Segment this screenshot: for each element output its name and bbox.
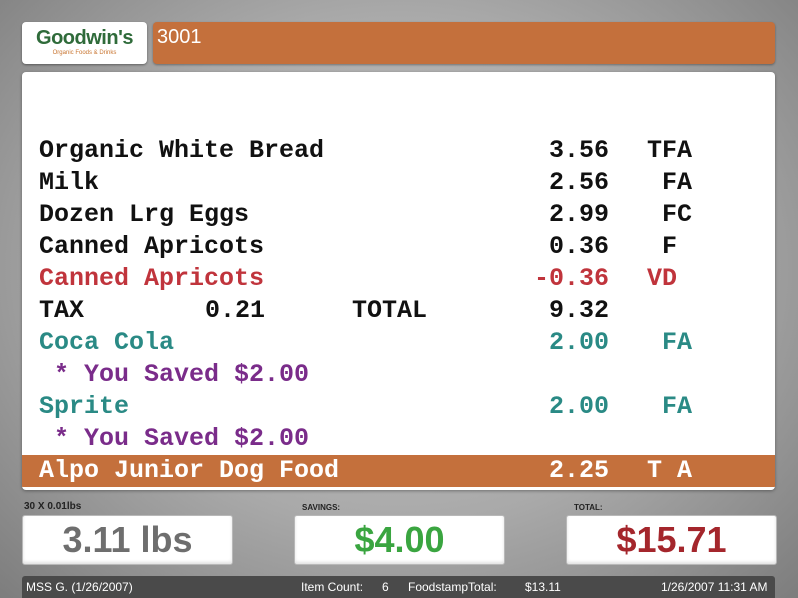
item-description: Milk <box>39 168 100 197</box>
item-description: Dozen Lrg Eggs <box>39 200 250 229</box>
savings-text: * You Saved $2.00 <box>39 360 310 389</box>
subtotal-label: TOTAL <box>352 296 428 325</box>
lane-number: 3001 <box>157 26 202 48</box>
total-display: $15.71 <box>566 515 777 565</box>
item-count-value: 6 <box>382 580 389 594</box>
savings-line: * You Saved $2.00 <box>22 423 775 455</box>
item-tax-code: FC <box>647 200 693 229</box>
tax-total-line: TAX 0.21 TOTAL 9.32 <box>22 295 775 327</box>
item-amount: -0.36 <box>534 264 610 293</box>
savings-value: $4.00 <box>354 519 445 560</box>
savings-line: * You Saved $2.00 <box>22 359 775 391</box>
tax-label: TAX <box>39 296 85 325</box>
item-description: Organic White Bread <box>39 136 325 165</box>
weight-label: 30 X 0.01lbs <box>24 501 82 512</box>
receipt-line[interactable]: Canned Apricots 0.36 F <box>22 231 775 263</box>
item-amount: 2.99 <box>549 200 610 229</box>
receipt-line[interactable]: Milk 2.56 FA <box>22 167 775 199</box>
foodstamp-label: FoodstampTotal: <box>408 580 497 594</box>
receipt-line-selected[interactable]: Alpo Junior Dog Food 2.25 T A <box>22 455 775 487</box>
item-tax-code: T A <box>647 456 693 485</box>
item-tax-code: F <box>647 232 678 261</box>
receipt-line[interactable]: Coca Cola 2.00 FA <box>22 327 775 359</box>
receipt-line[interactable]: Organic White Bread 3.56 TFA <box>22 135 775 167</box>
logo-name: Goodwin's <box>36 27 133 49</box>
item-description: Canned Apricots <box>39 264 265 293</box>
subtotal-value: 9.32 <box>549 296 610 325</box>
logo-tagline: Organic Foods & Drinks <box>52 50 117 56</box>
savings-label: SAVINGS: <box>302 503 341 512</box>
item-amount: 2.56 <box>549 168 610 197</box>
item-tax-code: VD <box>647 264 678 293</box>
item-count-label: Item Count: <box>301 580 364 594</box>
receipt-line-void[interactable]: Canned Apricots -0.36 VD <box>22 263 775 295</box>
savings-text: * You Saved $2.00 <box>39 424 310 453</box>
item-amount: 2.25 <box>549 456 610 485</box>
item-tax-code: FA <box>647 392 693 421</box>
item-description: Alpo Junior Dog Food <box>39 456 340 485</box>
item-description: Canned Apricots <box>39 232 265 261</box>
item-tax-code: FA <box>647 168 693 197</box>
item-amount: 2.00 <box>549 392 610 421</box>
weight-display: 3.11 lbs <box>22 515 233 565</box>
cashier-info: MSS G. (1/26/2007) <box>26 580 133 594</box>
item-amount: 2.00 <box>549 328 610 357</box>
store-logo: Goodwin's Organic Foods & Drinks <box>22 22 147 64</box>
item-description: Coca Cola <box>39 328 175 357</box>
item-tax-code: TFA <box>647 136 693 165</box>
item-description: Sprite <box>39 392 130 421</box>
header-bar: 3001 <box>153 22 775 64</box>
item-amount: 0.36 <box>549 232 610 261</box>
tax-value: 0.21 <box>205 296 266 325</box>
receipt-line[interactable]: Sprite 2.00 FA <box>22 391 775 423</box>
date-time: 1/26/2007 11:31 AM <box>661 580 768 594</box>
receipt-line[interactable]: Dozen Lrg Eggs 2.99 FC <box>22 199 775 231</box>
total-value: $15.71 <box>616 519 727 560</box>
item-amount: 3.56 <box>549 136 610 165</box>
total-label: TOTAL: <box>574 503 603 512</box>
receipt-list[interactable]: Organic White Bread 3.56 TFA Milk 2.56 F… <box>22 72 775 490</box>
savings-display: $4.00 <box>294 515 505 565</box>
status-bar: MSS G. (1/26/2007) Item Count: 6 Foodsta… <box>22 576 775 598</box>
item-tax-code: FA <box>647 328 693 357</box>
weight-value: 3.11 lbs <box>62 519 193 560</box>
foodstamp-value: $13.11 <box>525 580 561 594</box>
